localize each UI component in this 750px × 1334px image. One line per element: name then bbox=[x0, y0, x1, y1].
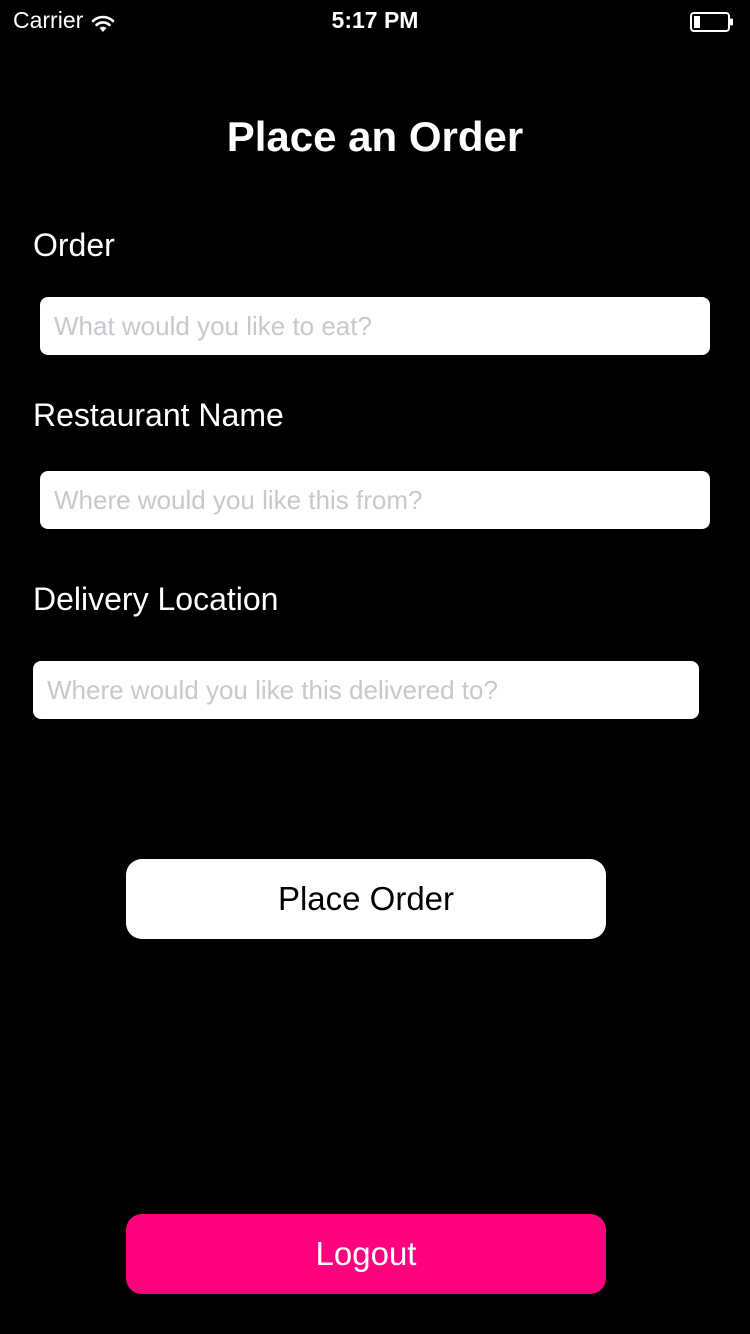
status-bar: Carrier 5:17 PM bbox=[0, 0, 750, 40]
battery-icon bbox=[690, 11, 734, 32]
status-time: 5:17 PM bbox=[331, 7, 419, 33]
restaurant-name-input[interactable] bbox=[40, 471, 710, 529]
page-title: Place an Order bbox=[226, 113, 524, 160]
logout-button[interactable]: Logout bbox=[126, 1214, 606, 1294]
order-label: Order bbox=[33, 227, 115, 263]
delivery-location-input[interactable] bbox=[33, 661, 699, 719]
place-order-button[interactable]: Place Order bbox=[126, 859, 606, 939]
order-input[interactable] bbox=[40, 297, 710, 355]
restaurant-name-label: Restaurant Name bbox=[33, 397, 284, 433]
delivery-location-label: Delivery Location bbox=[33, 581, 279, 617]
